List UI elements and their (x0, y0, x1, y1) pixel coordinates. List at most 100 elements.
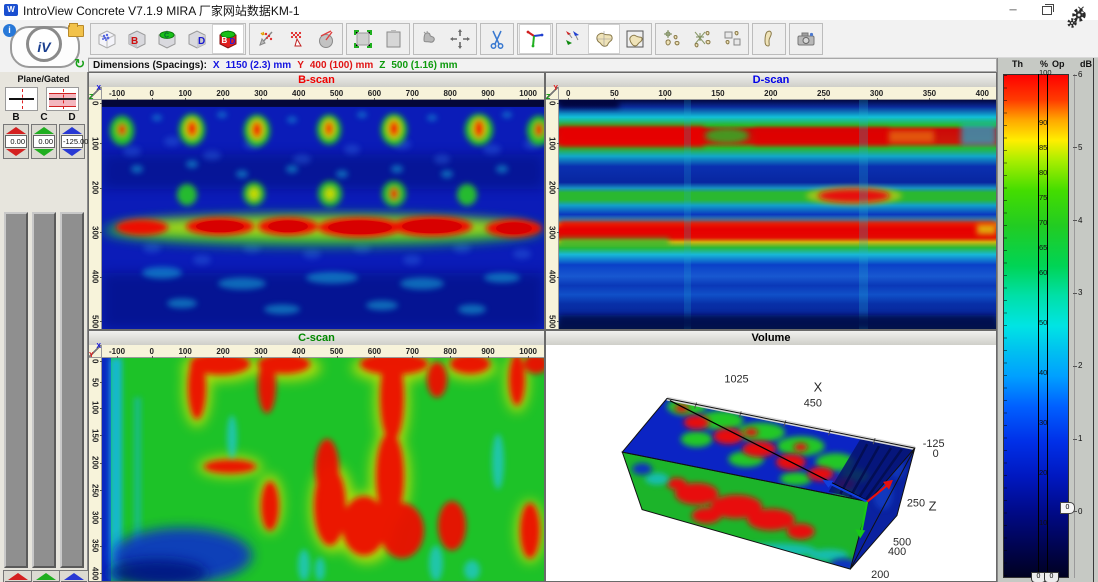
spin-up-button[interactable] (34, 127, 54, 134)
axes-3d-icon[interactable] (519, 24, 551, 54)
refresh-button[interactable]: ↻ (74, 57, 85, 70)
axis-tick-label: 800 (443, 347, 456, 356)
axis-tick-label: 0 (150, 89, 154, 98)
axis-tick-label: 0 (548, 101, 557, 105)
camera-icon[interactable] (791, 25, 821, 53)
restore-icon (1042, 6, 1052, 15)
db-tick-label: 3 (1078, 288, 1094, 297)
spin-up-button[interactable] (8, 573, 28, 580)
volume-label-400: 400 (888, 546, 906, 558)
dscan-image[interactable] (559, 100, 996, 329)
colorbar-tick-strip (1004, 75, 1007, 577)
spin-up-button[interactable] (36, 573, 56, 580)
gated-mode-button[interactable] (46, 87, 79, 111)
blob-arrange-icon[interactable] (717, 25, 747, 53)
axis-tick-label: 700 (406, 347, 419, 356)
select-cursors-icon[interactable] (558, 25, 588, 53)
colorbar-gain-marker[interactable]: 0 (1060, 502, 1075, 514)
panel-view-icon[interactable] (378, 25, 408, 53)
spin-up-button[interactable] (6, 127, 26, 134)
axis-tick-label: 250 (91, 484, 100, 497)
region-blob-icon[interactable] (588, 24, 620, 54)
spin-down-button[interactable] (62, 149, 82, 156)
slice-value-field[interactable]: 0.00 (33, 135, 55, 148)
footprint-icon[interactable] (754, 25, 784, 53)
axis-tick-label: 900 (481, 89, 494, 98)
slice-column-label: C (31, 112, 57, 124)
range-spinner: 1025.0 (59, 570, 89, 582)
axis-tick-label: 100 (178, 89, 191, 98)
cscan-y-axis: 050100150200250300350400 (89, 358, 102, 581)
colorbar-header-db: dB (1080, 59, 1092, 69)
c-view-cube-icon[interactable]: C (152, 25, 182, 53)
volume-3d-view-icon[interactable] (92, 25, 122, 53)
maximize-button[interactable] (1030, 0, 1064, 20)
slice-slider-track[interactable] (32, 212, 56, 568)
slice-slider-track[interactable] (60, 212, 84, 568)
volume-title: Volume (546, 331, 996, 346)
colorbar-pct-label: 65 (1039, 243, 1055, 252)
fit-region-icon[interactable] (348, 25, 378, 53)
colorbar-pct-label: 20 (1039, 468, 1055, 477)
axis-tick-label: 100 (548, 137, 557, 150)
colorbar-pct-label: 70 (1039, 218, 1055, 227)
info-button[interactable]: i (3, 24, 16, 37)
slice-column-d: D -125.00 1025.0 (59, 112, 85, 159)
volume-3d-view[interactable]: 1025 X 450 -125 0 250 Z 500 400 200 (546, 345, 996, 581)
scissors-icon[interactable] (482, 25, 512, 53)
region-crop-icon[interactable] (620, 25, 650, 53)
volume-axis-x-label: X (814, 380, 823, 395)
axis-tick-label: 400 (976, 89, 989, 98)
slice-value-field[interactable]: -125.00 (61, 135, 83, 148)
detect-object-icon[interactable] (415, 25, 445, 53)
cscan-image[interactable] (102, 358, 544, 581)
b-view-cube-icon[interactable]: B (122, 25, 152, 53)
dscan-y-axis: 050100150200250300350400 (559, 87, 996, 100)
db-tick-label: 1 (1078, 434, 1094, 443)
volume-label-1025: 1025 (724, 374, 748, 386)
axis-tick-label: 500 (548, 315, 557, 328)
slice-column-label: B (3, 112, 29, 124)
spin-down-button[interactable] (34, 149, 54, 156)
minimize-button[interactable]: ─ (996, 0, 1030, 20)
axis-letter-x: X (96, 343, 101, 350)
blob-align-icon[interactable] (657, 25, 687, 53)
bscan-z-axis: 0100200300400500 (89, 100, 102, 329)
blob-scale-icon[interactable] (687, 25, 717, 53)
axis-tick-label: 200 (91, 181, 100, 194)
plane-mode-button[interactable] (5, 87, 38, 111)
all-views-cube-icon[interactable]: BD (212, 24, 244, 54)
dimension-x-key: X (213, 60, 220, 71)
axis-tick-label: 200 (91, 456, 100, 469)
slice-value-field[interactable]: 0.00 (5, 135, 27, 148)
axis-tick-label: 300 (91, 511, 100, 524)
bscan-image[interactable] (102, 100, 544, 329)
svg-text:D: D (198, 36, 205, 47)
axis-tick-label: 50 (610, 89, 619, 98)
spin-up-button[interactable] (62, 127, 82, 134)
move-arrows-icon[interactable] (445, 25, 475, 53)
colorbar-bottom-marker-right[interactable]: 0 (1044, 572, 1059, 582)
colorbar-pct-label: 40 (1039, 368, 1055, 377)
open-file-button[interactable] (68, 25, 84, 37)
axis-tick-label: 50 (91, 378, 100, 387)
colorbar-panel: Th % Op dB 100908580757065605040302010 6… (997, 58, 1098, 582)
ray-scatter-icon[interactable] (251, 25, 281, 53)
axis-tick-label: 700 (406, 89, 419, 98)
axis-tick-label: 400 (292, 89, 305, 98)
spin-up-button[interactable] (64, 573, 84, 580)
axis-tick-label: 0 (91, 359, 100, 363)
slice-slider-track[interactable] (4, 212, 28, 568)
db-tick-label: 4 (1078, 216, 1094, 225)
colorbar-pct-label: 60 (1039, 268, 1055, 277)
point-grid-icon[interactable] (281, 25, 311, 53)
sphere-probe-icon[interactable] (311, 25, 341, 53)
brand-logo[interactable]: iV (26, 26, 62, 62)
svg-text:B: B (222, 36, 228, 45)
axis-tick-label: 400 (292, 347, 305, 356)
settings-gear-icon[interactable] (1060, 1, 1094, 35)
db-tick-label: 6 (1078, 70, 1094, 79)
axis-tick-label: 150 (91, 429, 100, 442)
spin-down-button[interactable] (6, 149, 26, 156)
d-view-cube-icon[interactable]: D (182, 25, 212, 53)
